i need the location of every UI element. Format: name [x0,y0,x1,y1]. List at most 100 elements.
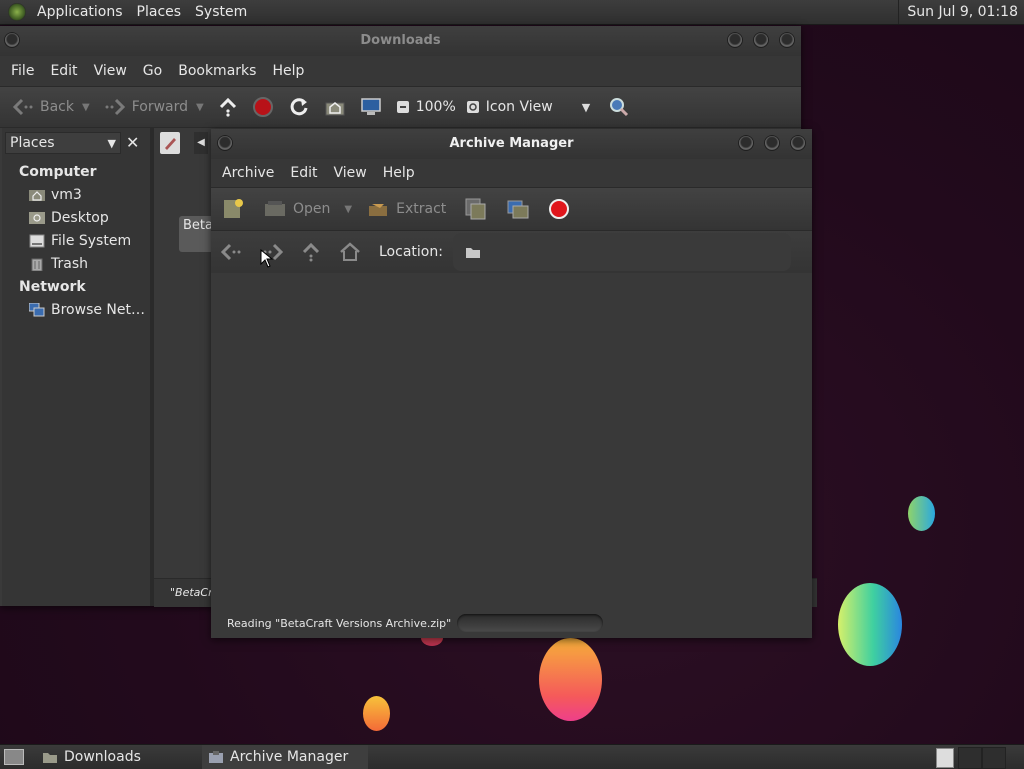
open-button[interactable]: Open ▼ [263,198,352,220]
zoom-in-icon [466,101,479,113]
folder-icon [465,248,480,258]
window-menu-button[interactable] [4,32,20,48]
sidebar-item-label: Trash [51,256,88,272]
home-icon [340,242,360,261]
open-archive-icon [265,201,285,216]
up-button[interactable] [301,242,321,262]
add-folder-icon [507,200,529,219]
view-mode-select[interactable]: Icon View ▼ [486,99,590,115]
menu-bookmarks[interactable]: Bookmarks [170,63,264,79]
menu-archive[interactable]: Archive [214,165,282,181]
sidebar-item-vm3[interactable]: vm3 [2,184,150,207]
add-files-button[interactable] [464,197,488,221]
desktop-bubble [363,696,390,731]
archive-manager-window: Archive Manager Archive Edit View Help O… [211,129,812,638]
menu-help[interactable]: Help [264,63,312,79]
up-button[interactable] [218,97,238,117]
sidebar-item-label: vm3 [51,187,82,203]
workspace-2[interactable] [958,747,982,769]
folder-icon [43,753,57,763]
up-arrow-icon [302,242,320,262]
reload-button[interactable] [288,96,310,118]
close-button[interactable] [790,135,806,151]
close-button[interactable] [779,32,795,48]
open-label: Open [293,201,331,217]
downloads-titlebar[interactable]: Downloads [0,26,801,56]
back-button[interactable] [221,242,243,262]
menu-edit[interactable]: Edit [282,165,325,181]
sidebar-item-trash[interactable]: Trash [2,253,150,276]
home-folder-icon [325,102,345,116]
search-icon [610,98,629,117]
places-selector[interactable]: Places ▼ [5,132,121,154]
archive-icon [209,751,223,763]
home-button[interactable] [339,242,361,262]
home-button[interactable] [324,97,346,117]
back-arrow-icon [221,243,241,261]
places-menu[interactable]: Places [130,4,189,20]
progress-bar [457,614,604,632]
computer-button[interactable] [360,97,382,117]
archive-titlebar[interactable]: Archive Manager [211,129,812,159]
sidebar-item-desktop[interactable]: Desktop [2,207,150,230]
extract-button[interactable]: Extract [366,198,446,220]
workspace-switcher-icon[interactable] [936,748,954,768]
menu-view[interactable]: View [326,165,375,181]
chevron-down-icon[interactable]: ▼ [82,102,90,113]
zoom-out-icon [396,101,409,113]
clock[interactable]: Sun Jul 9, 01:18 [898,0,1024,24]
section-computer: Computer [19,164,97,180]
archive-toolbar: Open ▼ Extract [211,187,812,231]
stop-icon [252,97,273,117]
chevron-down-icon[interactable]: ▼ [196,102,204,113]
applications-menu[interactable]: Applications [30,4,130,20]
maximize-button[interactable] [753,32,769,48]
system-menu[interactable]: System [188,4,254,20]
desktop-bubble [838,583,902,666]
edit-location-button[interactable] [160,132,180,154]
menu-edit[interactable]: Edit [42,63,85,79]
path-left-arrow[interactable]: ◀ [194,132,208,154]
taskbar-item-downloads[interactable]: Downloads [36,749,202,765]
minimize-button[interactable] [738,135,754,151]
menu-go[interactable]: Go [135,63,170,79]
distro-logo-icon[interactable] [8,3,26,21]
menu-view[interactable]: View [86,63,135,79]
downloads-menubar: File Edit View Go Bookmarks Help [0,56,801,86]
stop-icon [549,199,570,219]
add-folder-button[interactable] [506,197,530,221]
zoom-level[interactable]: 100% [416,99,456,115]
stop-button[interactable] [548,198,570,220]
chevron-down-icon: ▼ [581,100,591,114]
archive-menubar: Archive Edit View Help [211,159,812,187]
downloads-toolbar: Back ▼ Forward ▼ 100% Icon View ▼ [0,86,801,128]
location-field[interactable] [452,233,791,271]
show-desktop-icon[interactable] [4,749,24,765]
search-button[interactable] [608,96,630,118]
maximize-button[interactable] [764,135,780,151]
new-archive-button[interactable] [221,197,245,221]
stop-button[interactable] [252,96,274,118]
top-panel: Applications Places System Sun Jul 9, 01… [0,0,1024,25]
zoom-out-button[interactable] [396,100,410,114]
chevron-down-icon[interactable]: ▼ [344,204,352,215]
section-network: Network [19,279,86,295]
window-menu-button[interactable] [217,135,233,151]
places-selector-label: Places [10,135,55,151]
drive-icon [29,234,45,248]
back-button[interactable]: Back ▼ [12,97,90,117]
sidebar-item-file-system[interactable]: File System [2,230,150,253]
chevron-down-icon: ▼ [107,136,116,150]
menu-file[interactable]: File [3,63,42,79]
workspace-3[interactable] [982,747,1006,769]
back-arrow-icon [12,98,33,116]
taskbar-item-archive-manager[interactable]: Archive Manager [202,745,368,769]
forward-button[interactable]: Forward ▼ [104,97,204,117]
zoom-in-button[interactable] [466,100,480,114]
archive-file-list[interactable] [211,273,812,608]
status-text: Reading "BetaCraft Versions Archive.zip" [227,616,452,630]
close-sidebar-icon[interactable]: ✕ [126,132,139,154]
sidebar-item-browse-network[interactable]: Browse Net… [2,299,150,322]
menu-help[interactable]: Help [375,165,423,181]
minimize-button[interactable] [727,32,743,48]
